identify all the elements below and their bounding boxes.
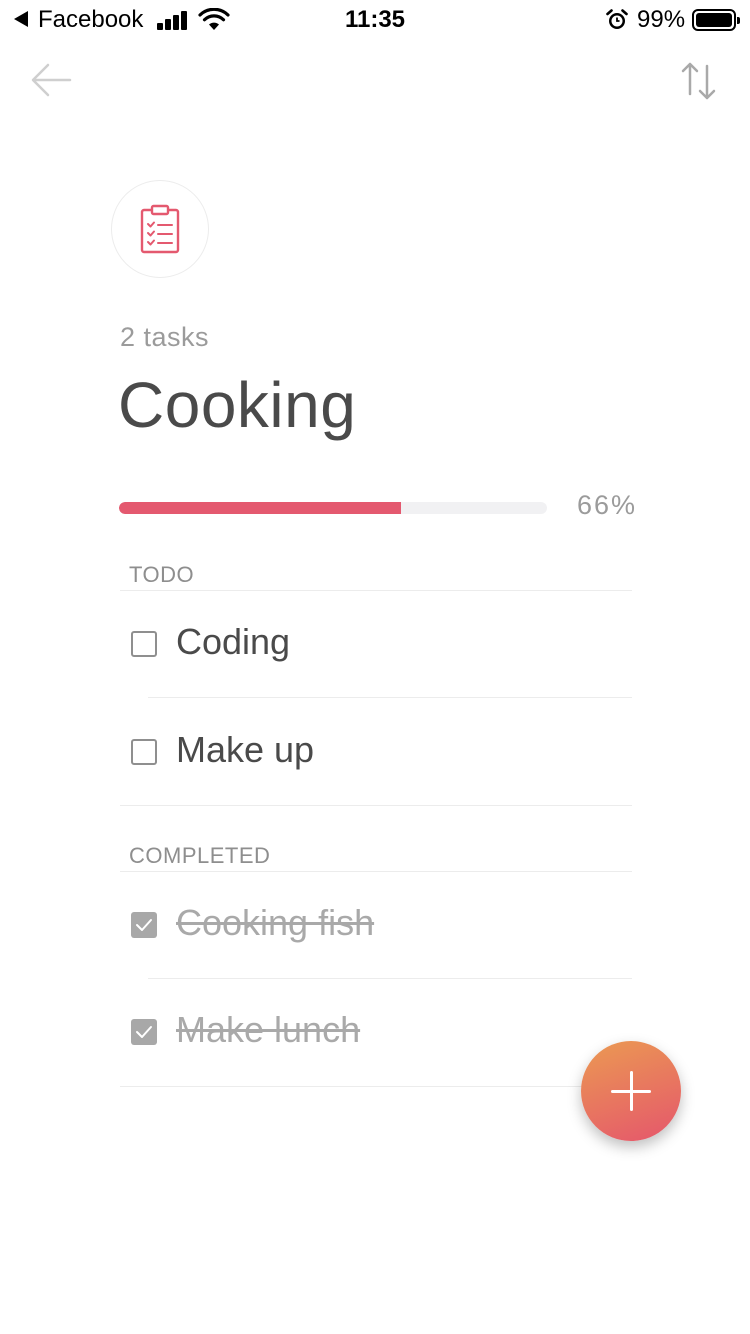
task-row-todo-2[interactable]: Make up <box>120 698 632 804</box>
task-row-completed-2[interactable]: Make lunch <box>120 979 632 1085</box>
clipboard-checklist-icon <box>140 204 180 254</box>
task-checkbox-checked[interactable] <box>131 912 157 938</box>
todo-section-header: TODO <box>129 562 195 587</box>
alarm-icon <box>606 9 628 29</box>
sort-icon[interactable] <box>680 60 720 102</box>
task-label: Make up <box>176 729 315 770</box>
task-row-completed-1[interactable]: Cooking fish <box>120 872 632 978</box>
task-checkbox[interactable] <box>131 631 157 657</box>
battery-percent: 99% <box>637 6 686 33</box>
list-title: Cooking <box>118 369 357 441</box>
completed-section-header: COMPLETED <box>129 843 271 868</box>
task-row-todo-1[interactable]: Coding <box>120 591 632 697</box>
checkmark-icon <box>136 1026 152 1038</box>
status-bar: Facebook 11:35 99% <box>0 0 750 40</box>
task-label: Cooking fish <box>176 902 375 943</box>
checkmark-icon <box>136 919 152 931</box>
progress-bar-fill <box>119 502 402 514</box>
divider <box>120 1086 632 1087</box>
list-icon-badge <box>111 180 209 278</box>
battery-icon <box>692 9 740 31</box>
progress-bar <box>119 502 547 514</box>
progress-percent: 66% <box>577 490 638 520</box>
task-count: 2 tasks <box>120 322 210 352</box>
task-checkbox-checked[interactable] <box>131 1019 157 1045</box>
back-arrow-icon[interactable] <box>28 60 74 100</box>
task-label: Coding <box>176 621 291 662</box>
add-task-button[interactable] <box>581 1041 681 1141</box>
divider <box>120 805 632 806</box>
task-checkbox[interactable] <box>131 739 157 765</box>
task-label: Make lunch <box>176 1009 361 1050</box>
